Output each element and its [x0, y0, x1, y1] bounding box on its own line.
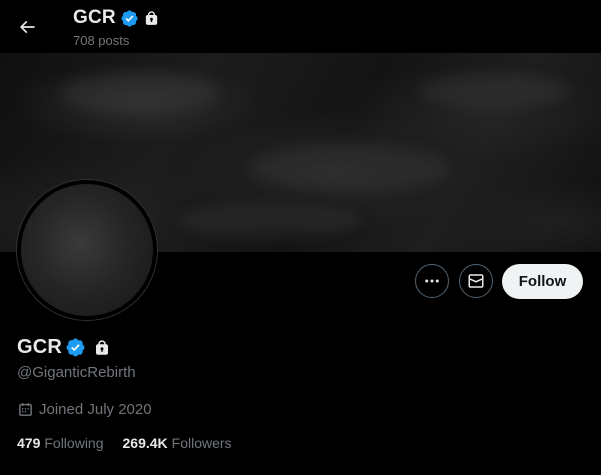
- banner-texture: [420, 73, 570, 108]
- more-horizontal-icon: [425, 279, 439, 283]
- joined-date-row: Joined July 2020: [17, 401, 152, 418]
- message-button[interactable]: [459, 264, 493, 298]
- follow-button[interactable]: Follow: [502, 264, 583, 299]
- profile-page: GCR 708 posts Follow GCR @GiganticRebirt…: [0, 0, 601, 475]
- following-count: 479: [17, 435, 41, 451]
- header-title: GCR: [73, 7, 116, 28]
- followers-label: Followers: [171, 435, 232, 451]
- lock-icon: [96, 339, 109, 355]
- joined-date-text: Joined July 2020: [39, 401, 152, 418]
- profile-name-row: GCR: [17, 336, 111, 359]
- more-options-button[interactable]: [415, 264, 449, 298]
- followers-link[interactable]: 269.4K Followers: [123, 435, 232, 451]
- arrow-left-icon: [19, 20, 35, 34]
- verified-badge-icon: [121, 9, 138, 27]
- lock-icon: [145, 10, 157, 25]
- profile-handle: @GiganticRebirth: [17, 364, 136, 381]
- banner-texture: [60, 73, 220, 113]
- profile-avatar[interactable]: [17, 180, 157, 320]
- following-link[interactable]: 479 Following: [17, 435, 104, 451]
- header-post-count: 708 posts: [73, 33, 130, 48]
- calendar-icon: [19, 403, 32, 416]
- following-label: Following: [44, 435, 104, 451]
- verified-badge-icon[interactable]: [65, 337, 86, 358]
- follow-stats: 479 Following 269.4K Followers: [17, 435, 251, 451]
- followers-count: 269.4K: [122, 435, 168, 451]
- envelope-icon: [468, 274, 484, 288]
- header-title-row: GCR: [73, 7, 160, 29]
- banner-texture: [180, 203, 360, 238]
- back-button[interactable]: [10, 10, 44, 44]
- profile-display-name: GCR: [17, 336, 63, 358]
- banner-texture: [250, 143, 450, 193]
- top-bar: GCR 708 posts: [0, 0, 601, 53]
